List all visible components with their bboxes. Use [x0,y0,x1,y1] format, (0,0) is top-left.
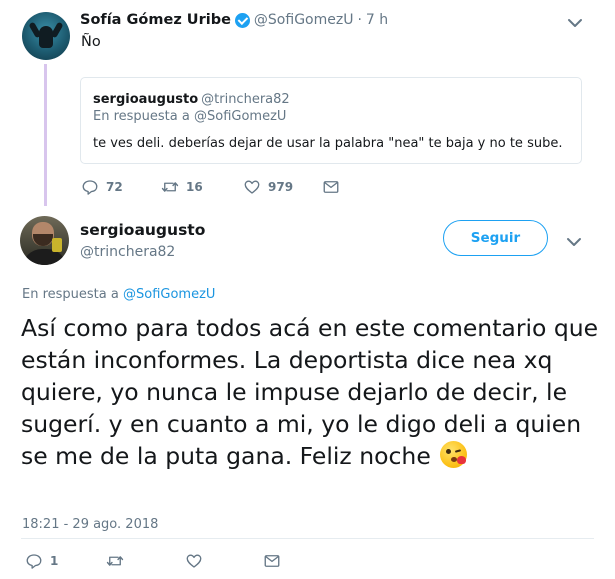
kiss-emoji [440,441,468,468]
quoted-header: sergioaugusto @trinchera82 [93,88,290,107]
avatar[interactable] [20,216,69,265]
retweet-icon [106,556,124,566]
timestamp[interactable]: 7 h [366,12,388,28]
tweet-text: Ño [81,34,101,50]
avatar[interactable] [22,12,70,60]
author-handle[interactable]: @SofiGomezU [254,12,354,28]
verified-icon [234,12,250,28]
retweet-icon [161,182,179,192]
quoted-author-name: sergioaugusto [93,92,199,107]
reply-icon [26,554,42,569]
author-name[interactable]: Sofía Gómez Uribe [80,12,231,28]
reply-prefix: En respuesta a [22,287,119,302]
reply-mention[interactable]: @SofiGomezU [123,287,215,302]
like-icon [186,554,202,568]
tweet-body: Así como para todos acá en este comentar… [21,314,599,470]
reply-mention: @SofiGomezU [193,109,287,124]
thread-line [44,64,47,206]
reply-count: 1 [50,554,59,568]
like-count: 979 [268,180,294,194]
like-icon [244,180,260,194]
author-handle[interactable]: @trinchera82 [80,244,175,260]
reply-context: En respuesta a @SofiGomezU [22,287,215,302]
divider [21,538,594,539]
reply-count: 72 [106,180,123,194]
quoted-text: te ves deli. deberías dejar de usar la p… [93,136,563,151]
follow-button[interactable]: Seguir [443,220,548,256]
like-button[interactable]: 979 [243,178,293,196]
message-button[interactable] [322,178,340,196]
tweet-text: Así como para todos acá en este comentar… [21,312,601,472]
retweet-button[interactable] [106,552,124,570]
retweet-count: 16 [186,180,203,194]
message-icon [264,555,280,567]
message-icon [323,181,339,193]
reply-button[interactable]: 72 [81,178,123,196]
quoted-reply-context: En respuesta a @SofiGomezU [93,109,286,124]
like-button[interactable] [185,552,203,570]
reply-button[interactable]: 1 [25,552,58,570]
tweet-timestamp[interactable]: 18:21 - 29 ago. 2018 [22,517,158,532]
reply-prefix: En respuesta a [93,109,190,124]
chevron-down-icon[interactable] [567,18,583,28]
separator: · [357,12,362,28]
quoted-author-handle: @trinchera82 [201,92,290,107]
retweet-button[interactable]: 16 [161,178,203,196]
message-button[interactable] [263,552,281,570]
chevron-down-icon[interactable] [566,237,582,247]
author-name[interactable]: sergioaugusto [80,221,205,239]
tweet-header: Sofía Gómez Uribe @SofiGomezU · 7 h [80,12,388,28]
reply-icon [82,180,98,195]
